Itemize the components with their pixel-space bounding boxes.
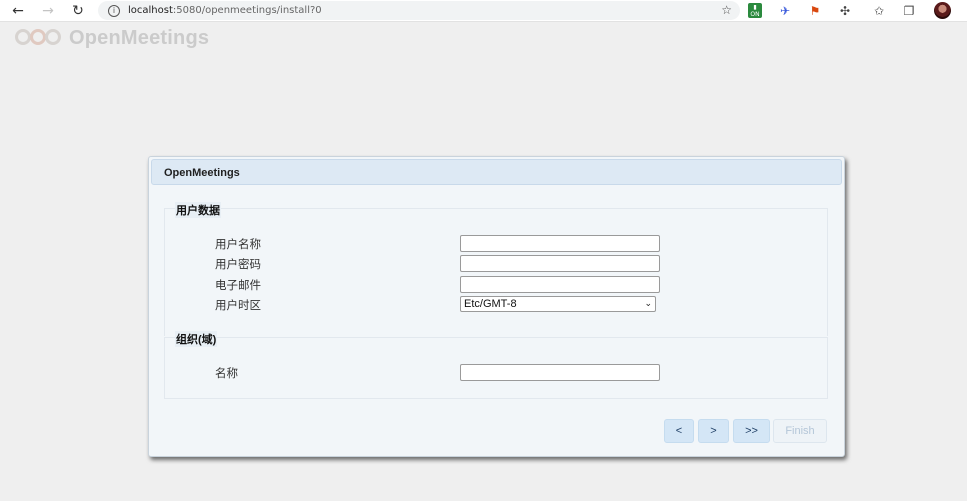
logo-text: OpenMeetings: [69, 26, 210, 49]
openmeetings-logo: OpenMeetings: [15, 25, 209, 51]
dialog-title: OpenMeetings: [164, 167, 240, 179]
org-name-label: 名称: [215, 368, 238, 380]
favorites-icon[interactable]: ✩: [872, 3, 886, 18]
org-name-input[interactable]: [460, 364, 660, 381]
finish-button[interactable]: Finish: [773, 419, 827, 443]
timezone-value: Etc/GMT-8: [464, 298, 517, 310]
first-step-button[interactable]: <: [664, 419, 694, 443]
password-label: 用户密码: [215, 259, 261, 271]
user-data-section: 用户数据 用户名称 用户密码 电子邮件 用户时区 Etc/GMT-8 ⌄: [164, 202, 828, 336]
username-input[interactable]: [460, 235, 660, 252]
extension-bird-icon[interactable]: ✈: [778, 3, 792, 18]
extension-tool-icon[interactable]: ⚑: [808, 3, 822, 18]
dialog-header: OpenMeetings: [151, 159, 842, 185]
organization-legend: 组织(域): [175, 331, 218, 347]
chevron-down-icon: ⌄: [644, 299, 652, 309]
password-input[interactable]: [460, 255, 660, 272]
username-label: 用户名称: [215, 239, 261, 251]
organization-section: 组织(域) 名称: [164, 331, 828, 399]
collections-icon[interactable]: ❐: [902, 3, 916, 18]
timezone-label: 用户时区: [215, 300, 261, 312]
extensions-puzzle-icon[interactable]: ✣: [838, 3, 852, 18]
email-label: 电子邮件: [215, 280, 261, 292]
next-step-button[interactable]: >: [698, 419, 729, 443]
address-bar[interactable]: i localhost:5080/openmeetings/install?0 …: [98, 1, 740, 20]
profile-avatar[interactable]: [934, 2, 951, 19]
logo-rings-icon: [15, 26, 65, 50]
install-dialog: OpenMeetings 用户数据 用户名称 用户密码 电子邮件 用户时区 Et…: [148, 156, 845, 457]
forward-arrow-icon[interactable]: →: [38, 1, 58, 21]
user-data-legend: 用户数据: [175, 202, 221, 218]
browser-toolbar: ← → ↻ i localhost:5080/openmeetings/inst…: [0, 0, 967, 22]
email-input[interactable]: [460, 276, 660, 293]
reload-icon[interactable]: ↻: [68, 1, 88, 21]
address-url[interactable]: localhost:5080/openmeetings/install?0: [128, 5, 322, 16]
back-arrow-icon[interactable]: ←: [8, 1, 28, 21]
info-icon[interactable]: i: [108, 4, 120, 17]
extension-on-icon[interactable]: ▮ ON: [748, 3, 762, 18]
star-icon[interactable]: ☆: [721, 3, 732, 17]
timezone-select[interactable]: Etc/GMT-8 ⌄: [460, 296, 656, 312]
last-step-button[interactable]: >>: [733, 419, 770, 443]
